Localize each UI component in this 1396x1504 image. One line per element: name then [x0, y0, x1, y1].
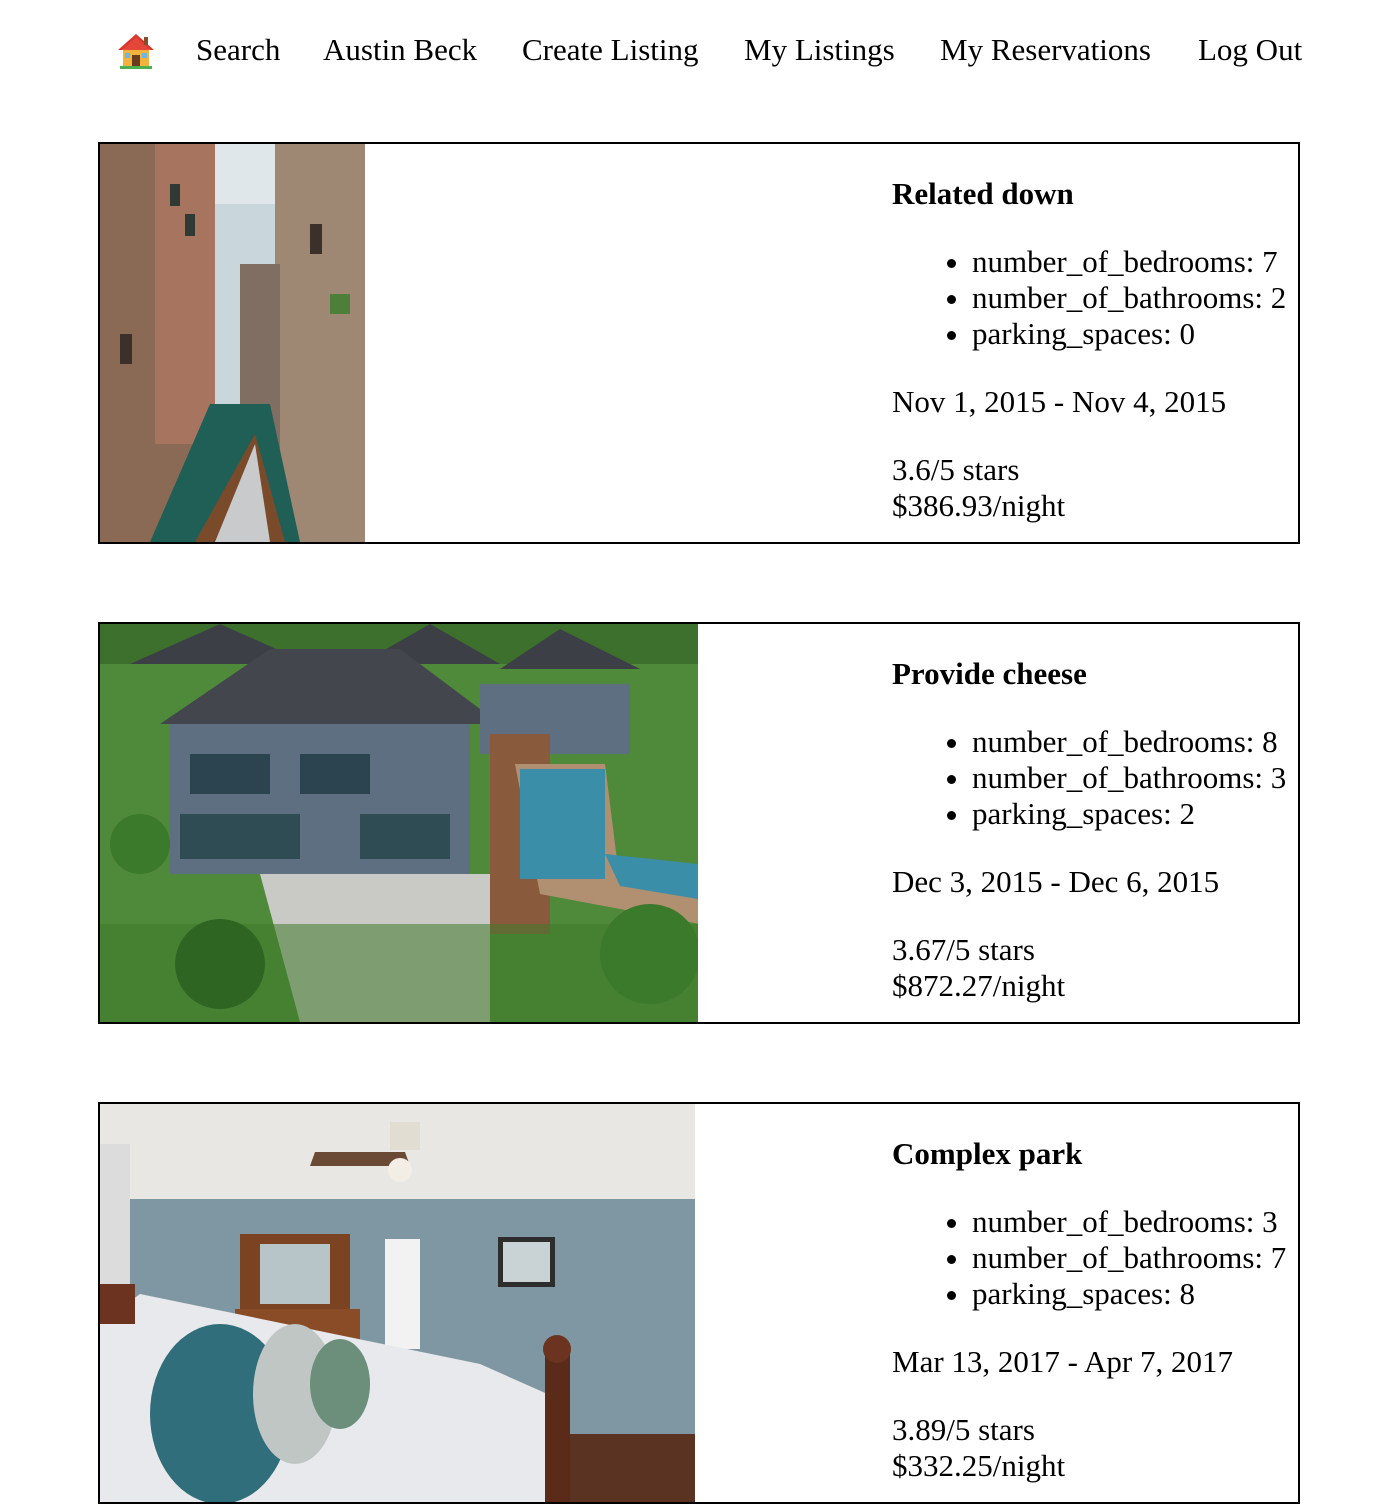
feature-bedrooms: number_of_bedrooms: 8	[972, 724, 1286, 760]
listing-title[interactable]: Complex park	[892, 1136, 1082, 1172]
listing-price: $386.93/night	[892, 488, 1066, 523]
feature-bedrooms: number_of_bedrooms: 7	[972, 244, 1286, 280]
listing-rating: 3.67/5 stars	[892, 932, 1035, 967]
listing-card[interactable]: Provide cheese number_of_bedrooms: 8 num…	[98, 622, 1300, 1024]
listing-dates: Mar 13, 2017 - Apr 7, 2017	[892, 1344, 1233, 1379]
feature-bathrooms: number_of_bathrooms: 2	[972, 280, 1286, 316]
listing-image[interactable]	[100, 624, 698, 1022]
listing-features: number_of_bedrooms: 3 number_of_bathroom…	[892, 1204, 1286, 1312]
listing-rating: 3.89/5 stars	[892, 1412, 1035, 1447]
feature-parking: parking_spaces: 8	[972, 1276, 1286, 1312]
listing-title[interactable]: Related down	[892, 176, 1074, 212]
feature-bathrooms: number_of_bathrooms: 7	[972, 1240, 1286, 1276]
listing-features: number_of_bedrooms: 8 number_of_bathroom…	[892, 724, 1286, 832]
house-icon[interactable]	[116, 31, 156, 71]
nav-logout-link[interactable]: Log Out	[1198, 30, 1302, 70]
feature-parking: parking_spaces: 2	[972, 796, 1286, 832]
feature-bedrooms: number_of_bedrooms: 3	[972, 1204, 1286, 1240]
nav-search-link[interactable]: Search	[196, 30, 280, 70]
listing-dates: Nov 1, 2015 - Nov 4, 2015	[892, 384, 1227, 419]
listing-card[interactable]: Related down number_of_bedrooms: 7 numbe…	[98, 142, 1300, 544]
feature-parking: parking_spaces: 0	[972, 316, 1286, 352]
nav-my-reservations-link[interactable]: My Reservations	[940, 30, 1151, 70]
nav-create-listing-link[interactable]: Create Listing	[522, 30, 698, 70]
feature-bathrooms: number_of_bathrooms: 3	[972, 760, 1286, 796]
listing-rating: 3.6/5 stars	[892, 452, 1020, 487]
listing-card[interactable]: Complex park number_of_bedrooms: 3 numbe…	[98, 1102, 1300, 1504]
listing-price: $872.27/night	[892, 968, 1066, 1003]
listing-image[interactable]	[100, 144, 365, 542]
listing-price: $332.25/night	[892, 1448, 1066, 1483]
listing-features: number_of_bedrooms: 7 number_of_bathroom…	[892, 244, 1286, 352]
nav-profile-link[interactable]: Austin Beck	[323, 30, 477, 70]
listing-dates: Dec 3, 2015 - Dec 6, 2015	[892, 864, 1220, 899]
top-nav: Search Austin Beck Create Listing My Lis…	[0, 28, 1396, 72]
listing-image[interactable]	[100, 1104, 695, 1502]
nav-my-listings-link[interactable]: My Listings	[744, 30, 895, 70]
listing-title[interactable]: Provide cheese	[892, 656, 1087, 692]
